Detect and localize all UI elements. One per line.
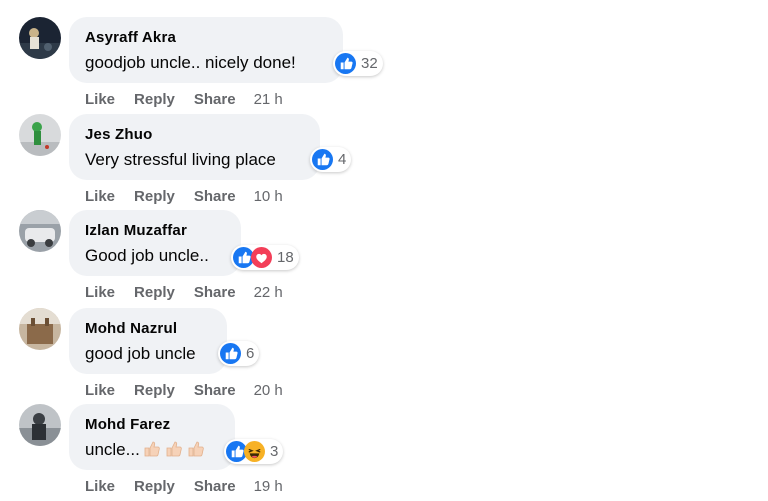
reaction-summary[interactable]: 3 [224,439,284,464]
comment-bubble: Izlan Muzaffar Good job uncle.. [69,210,241,276]
comment-author[interactable]: Izlan Muzaffar [85,222,241,240]
reaction-summary[interactable]: 6 [218,341,260,366]
love-reaction-icon [251,247,272,268]
like-button[interactable]: Like [85,284,115,301]
share-button[interactable]: Share [194,382,236,399]
like-reaction-icon [220,343,241,364]
avatar[interactable] [19,114,61,156]
like-reaction-icon [312,149,333,170]
comment-actions: Like Reply Share 10 h [85,185,283,207]
reaction-count: 32 [361,55,378,72]
comment-actions: Like Reply Share 21 h [85,88,283,110]
reply-button[interactable]: Reply [134,284,175,301]
comment-author[interactable]: Asyraff Akra [85,29,343,47]
comment-bubble: Mohd Nazrul good job uncle [69,308,227,374]
reaction-summary[interactable]: 18 [231,245,299,270]
comment: Mohd Farez uncle... 3 Like Reply Share 1… [0,404,768,501]
comment: Jes Zhuo Very stressful living place 4 L… [0,114,768,211]
comment-text: Very stressful living place [85,150,276,169]
comment: Asyraff Akra goodjob uncle.. nicely done… [0,17,768,114]
reaction-count: 18 [277,249,294,266]
timestamp[interactable]: 22 h [254,284,283,301]
comment-author[interactable]: Jes Zhuo [85,126,320,144]
avatar-image [19,404,61,446]
reaction-count: 6 [246,345,255,362]
reaction-count: 4 [338,151,347,168]
thumbs-up-emoji-icon [143,440,209,464]
reaction-count: 3 [270,443,279,460]
comment-bubble: Jes Zhuo Very stressful living place [69,114,320,180]
comment-actions: Like Reply Share 19 h [85,475,283,497]
like-reaction-icon [335,53,356,74]
comment-bubble: Mohd Farez uncle... [69,404,235,470]
comment-actions: Like Reply Share 22 h [85,281,283,303]
like-button[interactable]: Like [85,382,115,399]
avatar[interactable] [19,17,61,59]
reply-button[interactable]: Reply [134,188,175,205]
comment-author[interactable]: Mohd Farez [85,416,235,434]
timestamp[interactable]: 21 h [254,91,283,108]
comment-text: goodjob uncle.. nicely done! [85,53,296,72]
reaction-summary[interactable]: 32 [333,51,383,76]
comment-text-content: uncle... [85,440,140,459]
haha-reaction-icon [244,441,265,462]
timestamp[interactable]: 10 h [254,188,283,205]
share-button[interactable]: Share [194,188,236,205]
comment-text: Good job uncle.. [85,246,209,265]
reaction-summary[interactable]: 4 [310,147,352,172]
reply-button[interactable]: Reply [134,382,175,399]
timestamp[interactable]: 20 h [254,382,283,399]
comment-author[interactable]: Mohd Nazrul [85,320,227,338]
comment: Mohd Nazrul good job uncle 6 Like Reply … [0,308,768,405]
avatar-image [19,17,61,59]
like-button[interactable]: Like [85,91,115,108]
like-button[interactable]: Like [85,188,115,205]
share-button[interactable]: Share [194,91,236,108]
comment-bubble: Asyraff Akra goodjob uncle.. nicely done… [69,17,343,83]
comment-text: good job uncle [85,344,196,363]
avatar-image [19,210,61,252]
comment-actions: Like Reply Share 20 h [85,379,283,401]
avatar-image [19,114,61,156]
comment: Izlan Muzaffar Good job uncle.. 18 Like … [0,210,768,307]
avatar[interactable] [19,404,61,446]
comment-text: uncle... [85,439,235,464]
reply-button[interactable]: Reply [134,91,175,108]
avatar[interactable] [19,210,61,252]
share-button[interactable]: Share [194,284,236,301]
avatar[interactable] [19,308,61,350]
avatar-image [19,308,61,350]
